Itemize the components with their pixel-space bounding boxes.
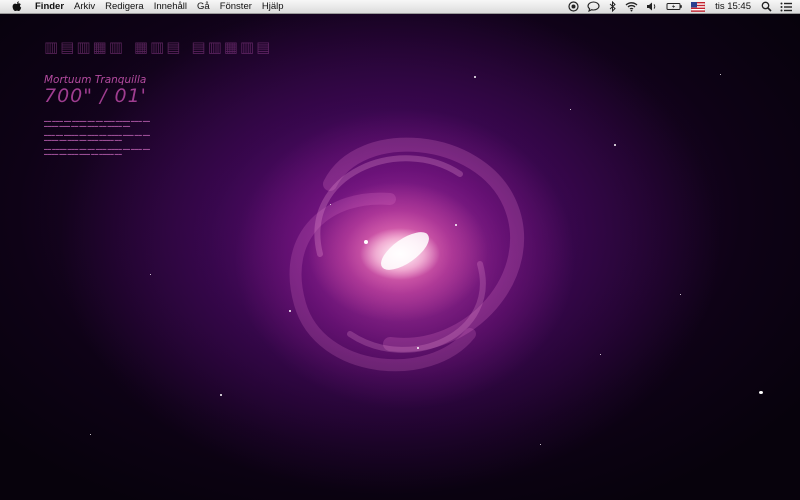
spotlight-icon[interactable] xyxy=(761,0,772,14)
star xyxy=(90,434,91,435)
menu-ga[interactable]: Gå xyxy=(192,0,215,14)
apple-icon[interactable] xyxy=(11,1,23,13)
star xyxy=(150,274,151,275)
widget-body-text: ▬▬ ▬▬▬ ▬▬ ▬▬▬▬ ▬▬ ▬▬ ▬▬▬ ▬▬▬▬ ▬▬▬ ▬▬ ▬▬▬… xyxy=(44,119,151,156)
widget-coordinates: 700" / 01' xyxy=(44,85,147,107)
star xyxy=(600,354,601,355)
menu-redigera[interactable]: Redigera xyxy=(100,0,149,14)
desktop-widget: ▥▤▥▦▥ ▦▥▤ ▤▥▦▥▤ Mortuum Tranquilla 700" / … xyxy=(44,38,324,161)
star xyxy=(455,224,457,226)
star xyxy=(759,391,763,394)
menu-fonster[interactable]: Fönster xyxy=(215,0,257,14)
menu-app-finder[interactable]: Finder xyxy=(31,0,69,14)
menu-bar: Finder Arkiv Redigera Innehåll Gå Fönste… xyxy=(0,0,800,14)
star xyxy=(364,240,368,244)
bluetooth-icon[interactable] xyxy=(608,0,617,14)
menu-clock[interactable]: tis 15:45 xyxy=(715,1,751,12)
star xyxy=(680,294,681,295)
us-flag-icon[interactable] xyxy=(691,0,706,14)
time-machine-icon[interactable] xyxy=(568,0,579,14)
star xyxy=(570,109,571,110)
widget-decorative-glyphs: ▥▤▥▦▥ ▦▥▤ ▤▥▦▥▤ xyxy=(44,38,273,56)
star xyxy=(474,76,476,78)
star xyxy=(540,444,541,445)
star xyxy=(720,74,721,75)
menu-arkiv[interactable]: Arkiv xyxy=(69,0,100,14)
star xyxy=(417,347,419,349)
star xyxy=(220,394,222,396)
desktop[interactable]: ▥▤▥▦▥ ▦▥▤ ▤▥▦▥▤ Mortuum Tranquilla 700" / … xyxy=(0,14,800,500)
wifi-icon[interactable] xyxy=(625,0,638,14)
menu-hjalp[interactable]: Hjälp xyxy=(257,0,289,14)
menu-innehall[interactable]: Innehåll xyxy=(149,0,192,14)
volume-icon[interactable] xyxy=(646,0,658,14)
star xyxy=(330,204,331,205)
star xyxy=(614,144,616,146)
chat-icon[interactable] xyxy=(587,0,600,14)
star xyxy=(289,310,291,312)
battery-icon[interactable] xyxy=(666,0,683,14)
notification-list-icon[interactable] xyxy=(780,0,792,14)
